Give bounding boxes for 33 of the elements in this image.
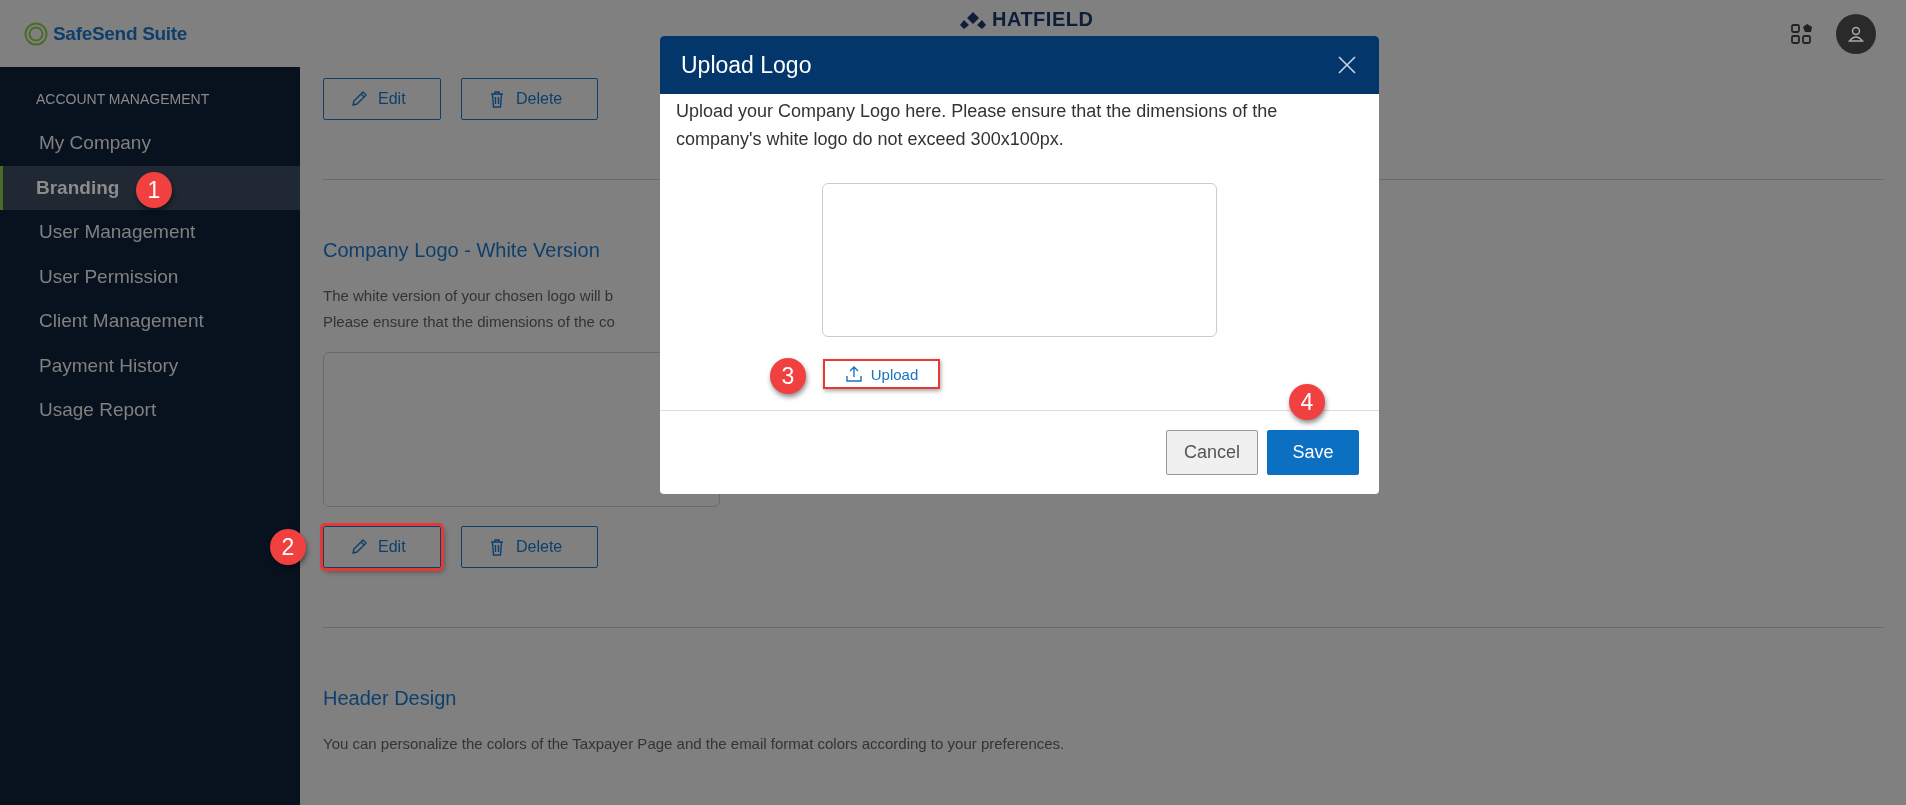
cancel-button[interactable]: Cancel [1166, 430, 1258, 475]
delete-button[interactable]: Delete [461, 526, 598, 568]
brand-name: SafeSend Suite [53, 22, 188, 45]
dialog-message: Upload your Company Logo here. Please ensure that the dimensions of the company's white logo do not exceed 300x100px. [676, 100, 1279, 151]
sidebar-item[interactable]: Payment History [0, 343, 300, 388]
brand-logo-icon [24, 21, 48, 46]
sidebar-item[interactable]: User Management [0, 210, 300, 255]
save-button[interactable]: Save [1267, 430, 1359, 475]
apps-grid-icon[interactable] [1790, 21, 1814, 46]
description-text: You can personalize the colors of the Taxpayer Page and the email format colors according to your preferences. [323, 734, 1066, 754]
company-logo-text: HATFIELD [992, 8, 1094, 31]
edit-button[interactable]: Edit [323, 526, 441, 568]
section-heading: Company Logo - White Version [323, 239, 601, 263]
user-avatar[interactable] [1836, 13, 1876, 54]
description-text: The white version of your chosen logo will b [323, 286, 615, 306]
close-icon[interactable] [1337, 55, 1357, 75]
delete-button[interactable]: Delete [461, 78, 598, 120]
sidebar-item[interactable]: Client Management [0, 299, 300, 344]
trash-icon [488, 90, 506, 108]
upload-icon [844, 365, 863, 383]
sidebar-item[interactable]: User Permission [0, 254, 300, 299]
upload-button[interactable]: Upload [823, 359, 940, 389]
section-heading: ACCOUNT MANAGEMENT [35, 91, 211, 109]
edit-button[interactable]: Edit [323, 78, 441, 120]
sidebar-item[interactable]: Usage Report [0, 388, 300, 433]
pencil-icon [350, 90, 368, 108]
description-text: Please ensure that the dimensions of the co [323, 312, 616, 332]
section-heading: Header Design [323, 687, 458, 711]
sidebar-item[interactable]: My Company [0, 121, 300, 166]
dialog-title: Upload Logo [681, 51, 812, 79]
pencil-icon [350, 538, 368, 556]
trash-icon [488, 538, 506, 556]
company-logo-icon [960, 10, 986, 29]
